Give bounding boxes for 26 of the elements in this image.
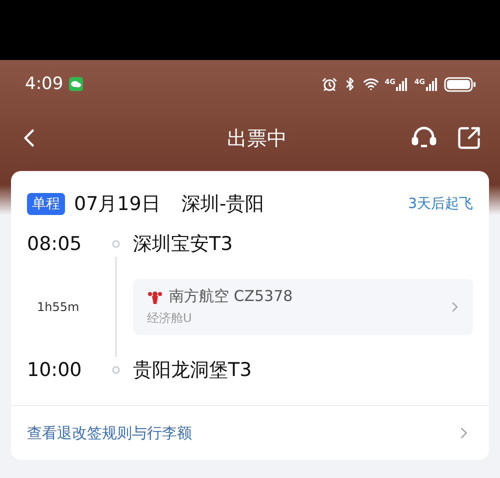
status-time: 4:09 [25, 74, 64, 94]
trip-type-badge: 单程 [27, 193, 65, 215]
airline-flight-number: 南方航空 CZ5378 [169, 287, 293, 306]
departure-time: 08:05 [27, 233, 83, 255]
alarm-icon [322, 76, 337, 92]
route-text: 深圳-贵阳 [181, 192, 264, 217]
flight-duration: 1h55m [36, 300, 80, 314]
share-button[interactable] [456, 125, 482, 151]
flight-date: 07月19日 [74, 192, 160, 217]
wifi-icon [362, 76, 379, 92]
airline-logo-icon [147, 288, 163, 304]
departure-countdown: 3天后起飞 [408, 195, 473, 213]
share-icon [456, 125, 482, 151]
battery-icon [444, 76, 476, 92]
departure-dot [112, 240, 120, 248]
arrival-dot [112, 366, 120, 374]
page-title: 出票中 [226, 124, 288, 152]
signal-icon [426, 78, 438, 90]
flight-info-button[interactable]: 南方航空 CZ5378 经济舱U [133, 279, 473, 335]
cabin-class: 经济舱U [147, 310, 193, 327]
chat-app-icon [69, 77, 84, 91]
signal-icon [396, 78, 408, 90]
arrival-time: 10:00 [27, 359, 83, 381]
departure-airport: 深圳宝安T3 [132, 232, 234, 257]
rules-link[interactable]: 查看退改签规则与行李额 [11, 405, 489, 460]
arrival-airport: 贵阳龙洞堡T3 [132, 358, 253, 383]
